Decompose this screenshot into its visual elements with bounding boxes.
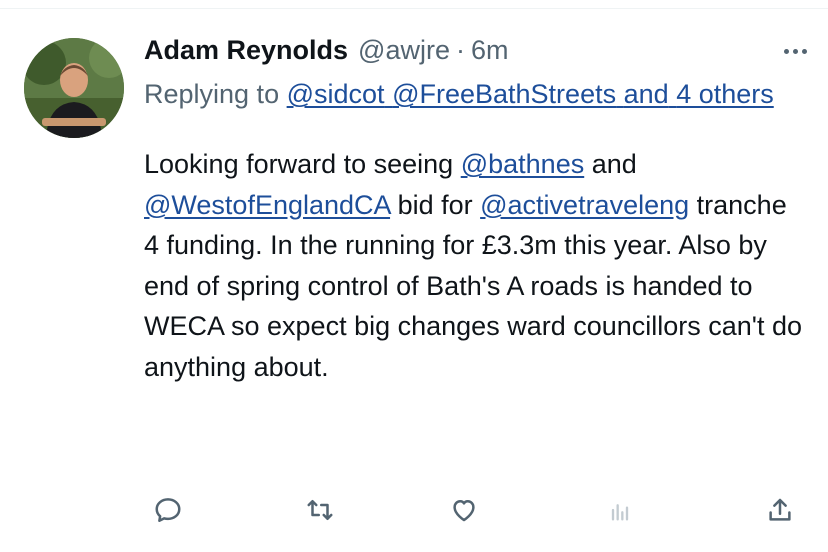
more-dot [801, 48, 807, 54]
mention-activetraveleng[interactable]: @activetraveleng [480, 190, 689, 220]
mention-freebathstreets[interactable]: @FreeBathStreets [392, 79, 616, 109]
mention-bathnes[interactable]: @bathnes [461, 149, 585, 179]
mention-sidcot-text: @sidcot [286, 79, 385, 109]
heart-icon [453, 500, 475, 522]
author-name[interactable]: Adam Reynolds [144, 30, 348, 70]
others-link[interactable]: 4 others [676, 79, 774, 109]
avatar-photo [24, 38, 124, 138]
replying-to: Replying to @sidcot @FreeBathStreets and… [144, 74, 784, 114]
like-button[interactable] [444, 490, 484, 530]
replying-prefix: Replying to [144, 79, 280, 109]
tweet-text: Looking forward to seeing @bathnes and @… [144, 144, 804, 387]
text-segment: bid for [397, 189, 473, 220]
tweet-actions [148, 490, 808, 530]
author-handle[interactable]: @awjre [358, 30, 450, 70]
text-segment: and [591, 149, 637, 179]
replying-and: and [623, 79, 669, 109]
views-button[interactable] [600, 490, 640, 530]
retweet-button[interactable] [300, 490, 340, 530]
more-options-icon[interactable] [778, 36, 812, 66]
avatar[interactable] [24, 38, 124, 138]
retweet-icon [307, 500, 333, 520]
more-dot [783, 48, 789, 54]
mention-sidcot[interactable]: @sidcot @FreeBathStreets and 4 others [287, 79, 774, 109]
text-segment: Looking forward to seeing [144, 149, 454, 179]
top-divider [0, 8, 828, 9]
more-dot [792, 48, 798, 54]
separator-dot: · [455, 35, 465, 65]
tweet-content: Adam Reynolds @awjre · 6m Replying to @s… [144, 30, 807, 387]
reply-button[interactable] [148, 490, 188, 530]
tweet-header: Adam Reynolds @awjre · 6m [144, 30, 804, 70]
analytics-icon [611, 504, 629, 521]
reply-icon [155, 498, 181, 522]
share-icon [769, 498, 791, 521]
share-button[interactable] [760, 490, 800, 530]
tweet-timestamp[interactable]: 6m [471, 30, 509, 70]
mention-westofenglandca[interactable]: @WestofEnglandCA [144, 190, 390, 220]
